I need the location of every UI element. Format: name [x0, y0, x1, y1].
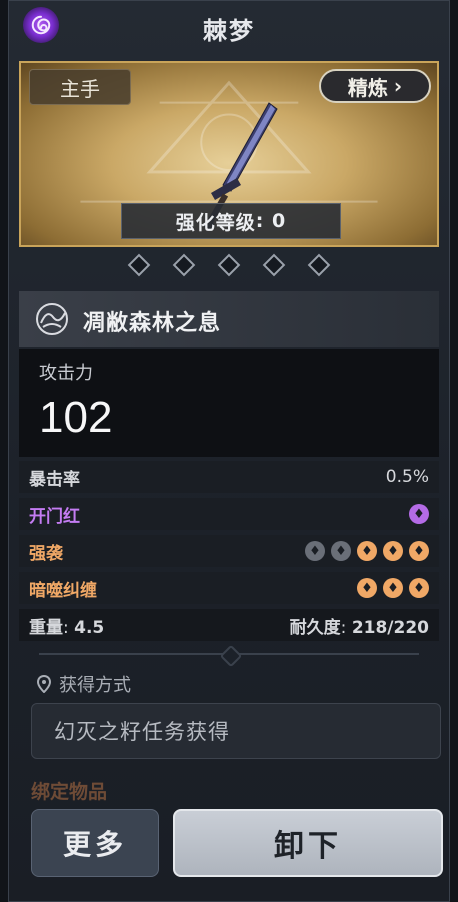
- more-button[interactable]: 更多: [31, 809, 159, 877]
- perk-pip-icon: ♦: [409, 541, 429, 561]
- title-bar: 棘梦: [9, 1, 449, 51]
- gem-slot[interactable]: [217, 253, 241, 277]
- crit-label: 暴击率: [29, 469, 80, 490]
- set-emblem-icon: [36, 303, 68, 335]
- durability: 耐久度: 218/220: [290, 613, 429, 638]
- gem-slot[interactable]: [172, 253, 196, 277]
- durability-colon: :: [340, 617, 352, 638]
- perk-pip-icon: ♦: [409, 578, 429, 598]
- perk-pip-icon: ♦: [357, 541, 377, 561]
- enhance-value: 0: [272, 210, 287, 232]
- perk-2-pips: ♦ ♦ ♦ ♦ ♦: [305, 541, 429, 561]
- divider-ornament: [219, 644, 243, 668]
- attack-value: 102: [39, 393, 113, 442]
- frame-left: [0, 0, 8, 902]
- weight-value: 4.5: [74, 617, 105, 638]
- frame-right: [450, 0, 458, 902]
- enhance-label: 强化等级: [175, 211, 256, 234]
- perk-1-label: 开门红: [29, 506, 80, 527]
- attack-label: 攻击力: [39, 363, 93, 384]
- gem-slot[interactable]: [307, 253, 331, 277]
- perk-pip-icon: ♦: [383, 541, 403, 561]
- main-hand-tag: 主手: [29, 69, 131, 105]
- perk-pip-icon: ♦: [305, 541, 325, 561]
- item-detail-panel: 棘梦 主手 精炼 › 强化等级 : 0 凋敝森林之息 攻击力 102 暴击率 0…: [8, 0, 450, 902]
- attack-box: 攻击力 102: [19, 349, 439, 457]
- weight-label: 重量: [29, 617, 63, 638]
- location-pin-icon: [37, 675, 51, 693]
- weight-colon: :: [63, 617, 75, 638]
- item-name-bar: 凋敝森林之息: [19, 291, 439, 347]
- perk-2-label: 强袭: [29, 543, 63, 564]
- enhance-level: 强化等级 : 0: [121, 203, 341, 239]
- perk-3-label: 暗噬纠缠: [29, 580, 97, 601]
- perk-pip-icon: ♦: [383, 578, 403, 598]
- perk-pip-icon: ♦: [409, 504, 429, 524]
- unequip-button[interactable]: 卸下: [173, 809, 443, 877]
- weight-durability-row: 重量: 4.5 耐久度: 218/220: [19, 609, 439, 641]
- refine-button[interactable]: 精炼 ›: [319, 69, 431, 103]
- perk-row-3[interactable]: 暗噬纠缠 ♦ ♦ ♦: [19, 572, 439, 604]
- durability-value: 218/220: [351, 617, 429, 638]
- durability-label: 耐久度: [289, 617, 341, 638]
- chevron-right-icon: ›: [393, 74, 403, 98]
- crit-value: 0.5%: [385, 467, 429, 487]
- perk-row-2[interactable]: 强袭 ♦ ♦ ♦ ♦ ♦: [19, 535, 439, 567]
- perk-row-1[interactable]: 开门红 ♦: [19, 498, 439, 530]
- item-name: 凋敝森林之息: [83, 311, 222, 336]
- gem-slot[interactable]: [127, 253, 151, 277]
- gem-slots: [9, 253, 449, 277]
- bound-item-label: 绑定物品: [31, 781, 108, 803]
- refine-label: 精炼: [347, 75, 388, 100]
- source-title: 获得方式: [59, 675, 131, 696]
- perk-pip-icon: ♦: [331, 541, 351, 561]
- source-header: 获得方式: [37, 671, 131, 697]
- perk-pip-icon: ♦: [357, 578, 377, 598]
- weapon-card: 主手 精炼 › 强化等级 : 0: [19, 61, 439, 247]
- weight: 重量: 4.5: [29, 613, 104, 638]
- source-value: 幻灭之籽任务获得: [31, 703, 441, 759]
- perk-3-pips: ♦ ♦ ♦: [357, 578, 429, 598]
- enhance-colon: :: [255, 210, 272, 232]
- gem-slot[interactable]: [262, 253, 286, 277]
- crit-row: 暴击率 0.5%: [19, 461, 439, 493]
- item-title: 棘梦: [203, 17, 255, 45]
- perk-1-pips: ♦: [409, 504, 429, 524]
